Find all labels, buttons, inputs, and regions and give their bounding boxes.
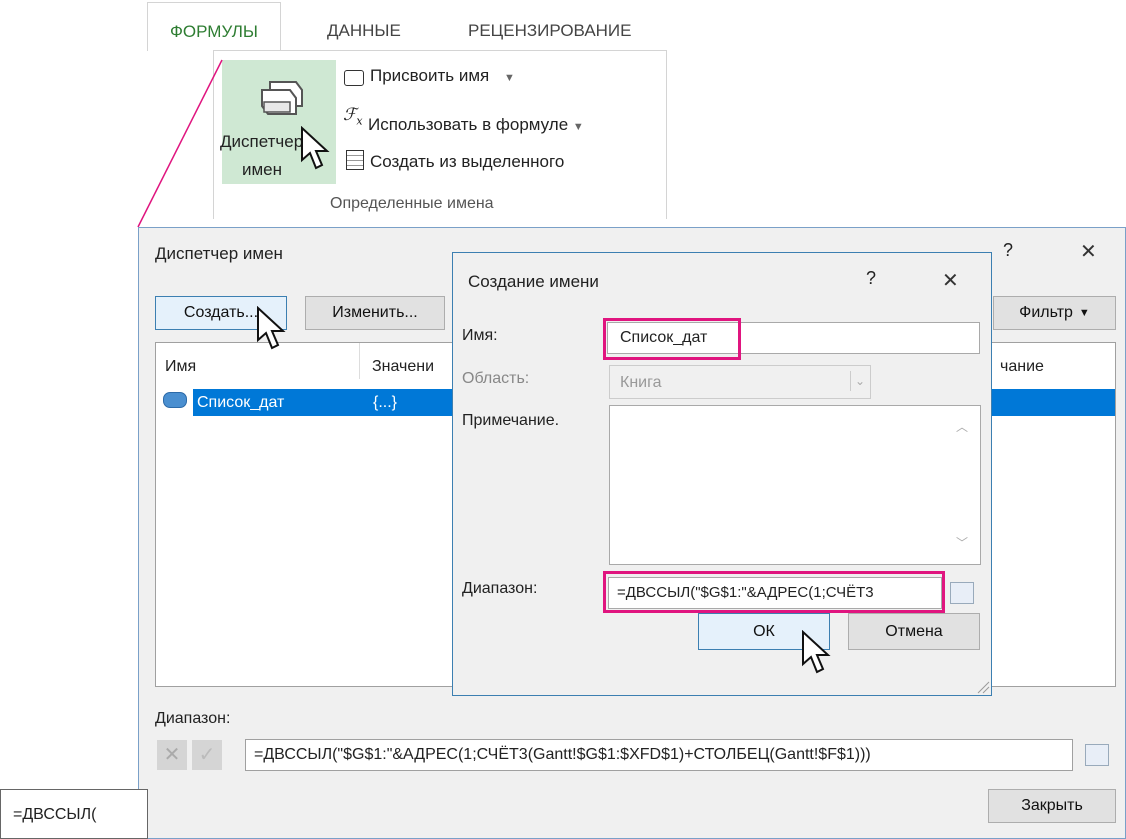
close-button[interactable]: Закрыть (988, 789, 1116, 823)
dropdown-arrow-icon: ▼ (1078, 307, 1090, 319)
cancel-edit-icon: ✕ (157, 740, 187, 770)
list-row-value: {...} (373, 394, 398, 411)
edit-button[interactable]: Изменить... (305, 296, 445, 330)
name-field-highlight (603, 318, 741, 360)
name-label: Имя: (462, 327, 498, 344)
close-icon[interactable]: ✕ (942, 268, 959, 293)
refers-to-highlight (603, 571, 945, 613)
collapse-dialog-icon[interactable] (950, 582, 974, 604)
name-manager-title: Диспетчер имен (155, 244, 283, 263)
scope-select[interactable]: Книга (609, 365, 871, 399)
mouse-pointer-icon (301, 126, 330, 170)
new-name-title: Создание имени (468, 272, 599, 291)
scroll-down-icon[interactable]: ﹀ (956, 534, 968, 551)
formula-cell[interactable]: =ДВССЫЛ( (0, 789, 148, 839)
comment-field[interactable] (609, 405, 981, 565)
chevron-down-icon: ⌄ (850, 371, 869, 391)
list-row-name: Список_дат (197, 394, 285, 411)
refers-to-field[interactable]: =ДВССЫЛ("$G$1:"&АДРЕС(1;СЧЁТ3(Gantt!$G$1… (245, 739, 1073, 771)
mouse-pointer-icon (257, 306, 286, 350)
close-icon[interactable]: ✕ (1080, 239, 1097, 264)
scroll-up-icon[interactable]: ︿ (956, 418, 968, 435)
column-header-comment: чание (1000, 358, 1044, 375)
mouse-pointer-icon (802, 630, 831, 674)
name-tag-icon (163, 392, 187, 408)
collapse-dialog-icon[interactable] (1085, 744, 1109, 766)
comment-label: Примечание. (462, 412, 560, 429)
refers-to-label: Диапазон: (155, 710, 231, 727)
confirm-edit-icon: ✓ (192, 740, 222, 770)
refers-to-label: Диапазон: (462, 580, 538, 597)
filter-button[interactable]: Фильтр ▼ (993, 296, 1116, 330)
help-icon[interactable]: ? (1003, 240, 1013, 261)
help-icon[interactable]: ? (866, 268, 876, 289)
column-divider (359, 343, 360, 379)
column-header-value: Значени (372, 358, 435, 375)
resize-grip-icon[interactable] (976, 680, 990, 694)
cancel-button[interactable]: Отмена (848, 613, 980, 650)
column-header-name: Имя (165, 358, 197, 375)
scope-label: Область: (462, 370, 530, 387)
